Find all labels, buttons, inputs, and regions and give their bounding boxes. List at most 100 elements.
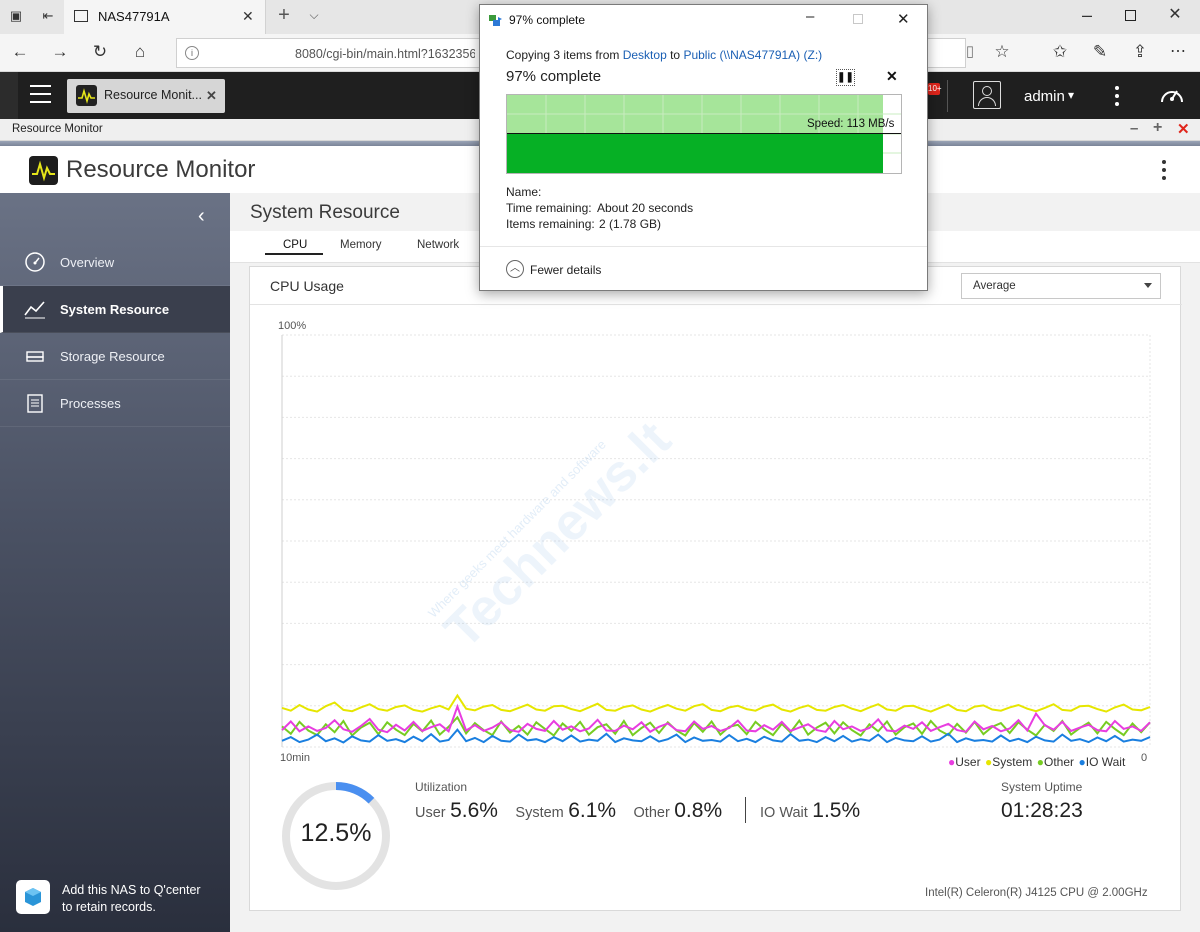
sidebar-item-label: Storage Resource [60, 349, 165, 364]
qcenter-text-line2[interactable]: to retain records. [62, 900, 156, 914]
source-link[interactable]: Desktop [623, 48, 667, 62]
sidebar-item-processes[interactable]: Processes [0, 380, 230, 427]
copy-arrow-icon [489, 14, 503, 26]
user-dropdown-caret-icon[interactable]: ▾ [1068, 88, 1074, 102]
maximize-app-icon[interactable]: + [1153, 119, 1162, 137]
fewer-details-chevron-icon[interactable]: ︿ [506, 260, 524, 278]
panel-title: CPU Usage [270, 278, 344, 294]
dialog-maximize-icon [853, 14, 863, 24]
aggregation-select-value: Average [973, 280, 1016, 292]
tab-group-icon[interactable]: ▣ [4, 6, 28, 30]
pen-notes-icon[interactable]: ✎ [1088, 42, 1112, 66]
close-app-tab-icon[interactable]: ✕ [206, 88, 217, 104]
qcenter-icon[interactable] [16, 880, 50, 914]
copy-to-word: to [670, 48, 681, 62]
sidebar-item-label: System Resource [60, 302, 170, 317]
home-icon[interactable]: ⌂ [128, 42, 152, 66]
cpu-usage-panel: CPU Usage Average 100% 10min ●User ●Syst… [249, 266, 1182, 911]
main-menu-icon[interactable] [30, 85, 51, 104]
sidebar-item-overview[interactable]: Overview [0, 239, 230, 286]
copy-prefix: Copying 3 items from [506, 48, 620, 62]
minimize-app-icon[interactable]: – [1130, 120, 1138, 137]
tab-memory[interactable]: Memory [340, 239, 382, 251]
close-window-icon[interactable]: ✕ [1163, 5, 1187, 29]
time-remaining-label: Time remaining: [506, 201, 592, 215]
forward-icon[interactable]: → [48, 42, 72, 66]
chart-legend: ●User ●System ●Other ●IO Wait [948, 753, 1125, 771]
dialog-close-icon[interactable]: ✕ [897, 10, 910, 28]
legend-other-label: Other [1044, 755, 1075, 769]
close-tab-icon[interactable]: ✕ [242, 8, 254, 25]
utilization-metrics: User 5.6% System 6.1% Other 0.8% [415, 799, 722, 823]
app-title: Resource Monitor [66, 156, 256, 183]
gauge-value: 12.5% [300, 819, 372, 847]
maximize-window-icon[interactable] [1125, 10, 1136, 21]
dialog-separator [480, 246, 927, 247]
minimize-window-icon[interactable]: – [1075, 5, 1099, 29]
metric-system-label: System [515, 805, 564, 821]
aggregation-select[interactable]: Average [961, 273, 1161, 299]
speed-area [507, 134, 883, 173]
pause-icon[interactable]: ❚❚ [836, 69, 855, 86]
user-name[interactable]: admin [1024, 88, 1065, 105]
app-options-icon[interactable] [1162, 160, 1166, 180]
series-line-other [281, 715, 1151, 738]
active-tab-underline [265, 253, 323, 255]
sidebar-item-storage-resource[interactable]: Storage Resource [0, 333, 230, 380]
resource-monitor-app-icon [76, 85, 97, 106]
back-icon[interactable]: ← [8, 42, 32, 66]
left-edge [0, 72, 18, 119]
list-icon [24, 392, 46, 414]
tab-network[interactable]: Network [417, 239, 459, 251]
series-line-system [281, 693, 1151, 713]
favorite-star-icon[interactable]: ☆ [990, 42, 1014, 66]
cancel-copy-icon[interactable]: ✕ [886, 68, 898, 85]
dialog-minimize-icon[interactable]: – [806, 8, 814, 25]
speed-line [507, 133, 901, 134]
storage-icon [24, 345, 46, 367]
chart-line-icon [24, 298, 46, 320]
copy-description: Copying 3 items from Desktop to Public (… [506, 48, 822, 62]
name-label: Name: [506, 185, 542, 199]
destination-link[interactable]: Public (\\NAS47791A) (Z:) [683, 48, 822, 62]
sidebar-item-label: Processes [60, 396, 121, 411]
dashboard-gauge-icon[interactable] [1159, 83, 1185, 105]
cpu-usage-chart [281, 334, 1151, 748]
more-menu-icon[interactable]: ⋯ [1166, 42, 1190, 66]
kebab-menu-icon[interactable] [1115, 86, 1119, 106]
sidebar-item-system-resource[interactable]: System Resource [0, 286, 230, 333]
user-avatar-icon[interactable] [973, 81, 1001, 109]
iowait-metric: IO Wait 1.5% [760, 799, 860, 823]
fewer-details-button[interactable]: Fewer details [530, 263, 601, 277]
page-icon [74, 10, 88, 22]
time-remaining-value: About 20 seconds [597, 201, 694, 215]
collapse-sidebar-chevron-icon[interactable]: ‹ [198, 205, 205, 228]
metric-iowait-label: IO Wait [760, 805, 808, 821]
tab-list-chevron-icon[interactable]: ⌵ [302, 5, 326, 29]
qcenter-text-line1[interactable]: Add this NAS to Q'center [62, 883, 201, 897]
copy-progress-dialog: 97% complete – ✕ Copying 3 items from De… [479, 4, 928, 291]
app-window-title: Resource Monitor [12, 123, 103, 135]
url-text: 8080/cgi-bin/main.html?1632356 [295, 47, 475, 61]
browser-tab-active[interactable]: NAS47791A ✕ [64, 0, 266, 34]
new-tab-icon[interactable]: + [272, 5, 296, 29]
legend-user-label: User [955, 755, 981, 769]
progress-status: 97% complete [506, 68, 602, 85]
sidebar: ‹ Overview System Resource Storage Resou… [0, 193, 230, 932]
info-icon[interactable]: i [185, 46, 199, 60]
reading-view-icon[interactable]: ▯ [958, 42, 982, 66]
set-aside-tabs-icon[interactable]: ⇤ [36, 6, 60, 30]
open-app-tab[interactable]: Resource Monit... ✕ [67, 79, 225, 113]
notification-badge[interactable]: 10+ [928, 83, 942, 95]
tab-cpu[interactable]: CPU [283, 239, 307, 251]
items-remaining-label: Items remaining: [506, 217, 595, 231]
share-icon[interactable]: ⇪ [1128, 42, 1152, 66]
metric-system-value: 6.1% [568, 799, 617, 822]
refresh-icon[interactable]: ↻ [88, 42, 112, 66]
close-app-icon[interactable]: ✕ [1177, 120, 1190, 138]
x-axis-start-label: 10min [280, 752, 310, 764]
speed-label: Speed: 113 MB/s [807, 118, 895, 130]
x-axis-end-label: 0 [1141, 752, 1148, 764]
favorites-hub-icon[interactable]: ✩ [1048, 42, 1072, 66]
section-title: System Resource [250, 202, 400, 223]
